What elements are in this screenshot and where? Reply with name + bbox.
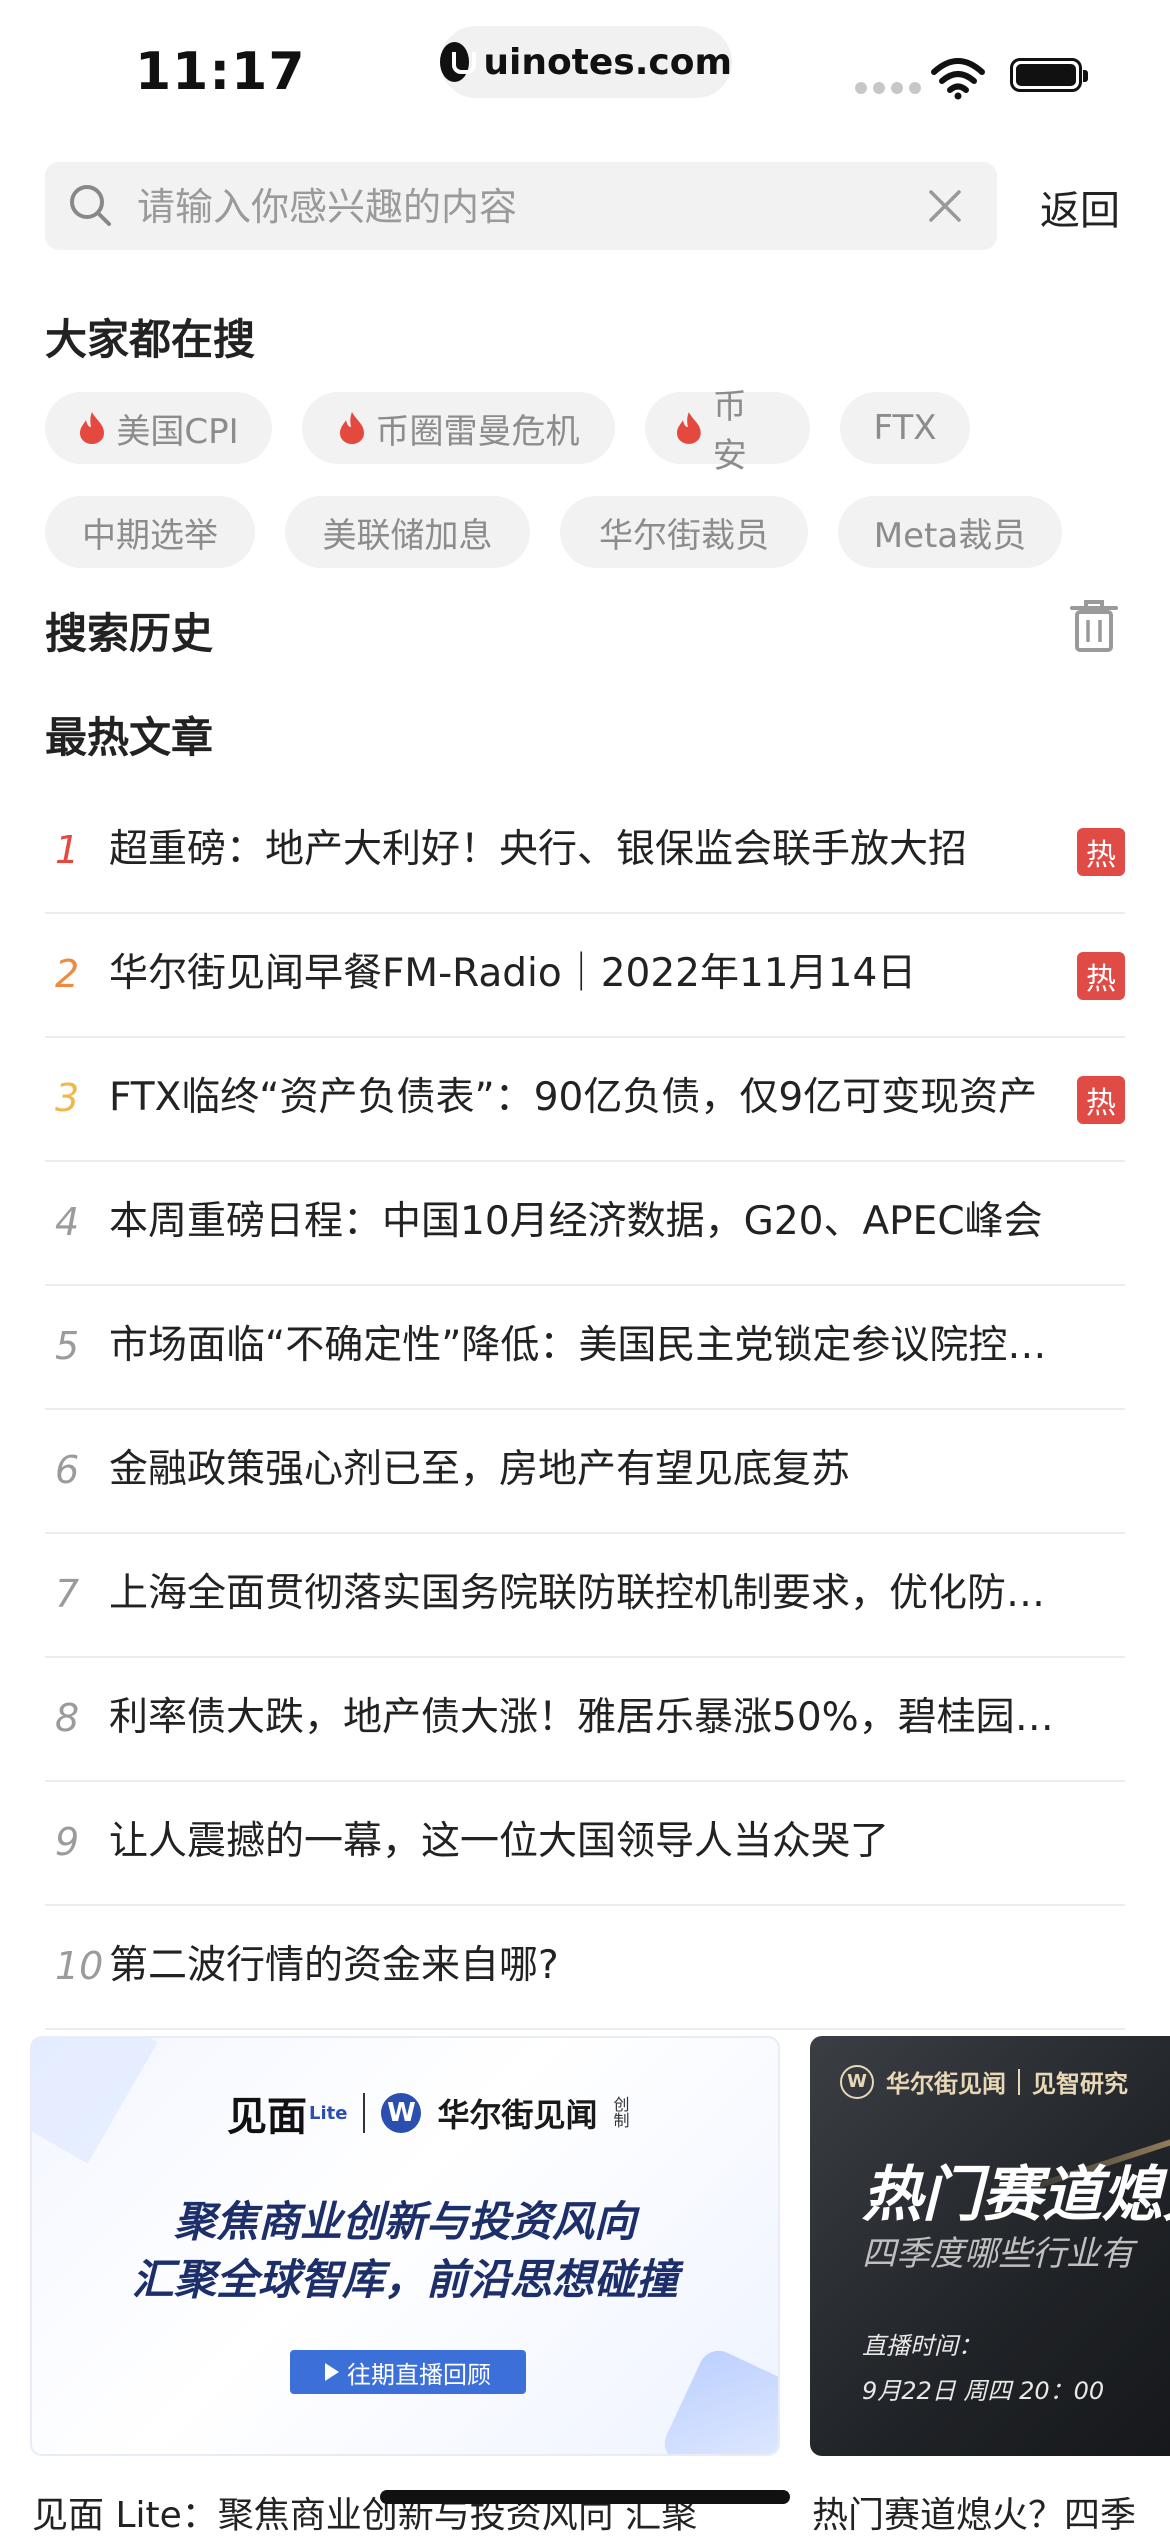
article-title: 上海全面贯彻落实国务院联防联控机制要求，优化防控措施 xyxy=(109,1571,1069,1616)
wallstreetcn-logo: 华尔街见闻 xyxy=(437,2096,598,2134)
banner-card[interactable]: W 华尔街见闻 见智研究 热门赛道熄火 四季度哪些行业有 直播时间： 9月22日… xyxy=(810,2036,1170,2456)
wallstreetcn-logo-icon: W xyxy=(840,2064,874,2099)
banner-card[interactable]: 见面 Lite W 华尔街见闻 创制 聚焦商业创新与投资风向 汇聚全球智库，前沿… xyxy=(30,2036,780,2456)
hot-badge: 热 xyxy=(1077,952,1125,1000)
article-row[interactable]: 2 华尔街见闻早餐FM-Radio｜2022年11月14日 热 xyxy=(45,914,1125,1038)
article-rank: 4 xyxy=(55,1200,80,1244)
jianmian-logo: 见面 xyxy=(227,2093,307,2140)
chip-label: 币圈雷曼危机 xyxy=(375,411,580,452)
article-row[interactable]: 8 利率债大跌，地产债大涨！雅居乐暴涨50%，碧桂园涨超40% xyxy=(45,1658,1125,1782)
search-bar[interactable] xyxy=(45,162,997,252)
trending-chip-fed[interactable]: 美联储加息 xyxy=(285,496,530,568)
hot-badge: 热 xyxy=(1077,1076,1125,1124)
url-pill[interactable]: uinotes.com xyxy=(440,26,732,98)
url-text: uinotes.com xyxy=(483,41,732,83)
live-time-label: 直播时间： xyxy=(862,2332,982,2360)
article-rank: 2 xyxy=(55,952,80,996)
article-title: 本周重磅日程：中国10月经济数据，G20、APEC峰会 xyxy=(109,1199,1043,1244)
trending-chip-crisis[interactable]: 币圈雷曼危机 xyxy=(302,392,615,464)
article-title: 华尔街见闻早餐FM-Radio｜2022年11月14日 xyxy=(109,951,917,996)
article-row[interactable]: 6 金融政策强心剂已至，房地产有望见底复苏 xyxy=(45,1410,1125,1534)
banner-subheadline: 四季度哪些行业有 xyxy=(862,2234,1134,2274)
fire-icon xyxy=(80,412,105,444)
chip-label: 美国CPI xyxy=(116,411,239,452)
article-row[interactable]: 9 让人震撼的一幕，这一位大国领导人当众哭了 xyxy=(45,1782,1125,1906)
status-bar: 11:17 uinotes.com xyxy=(0,0,1170,150)
wifi-icon xyxy=(931,58,985,100)
wallstreetcn-logo-icon: W xyxy=(381,2093,422,2133)
article-title: 利率债大跌，地产债大涨！雅居乐暴涨50%，碧桂园涨超40% xyxy=(109,1695,1069,1740)
jianmian-logo-suffix: Lite xyxy=(309,2102,348,2124)
banner-headline: 聚焦商业创新与投资风向 xyxy=(173,2197,636,2246)
article-rank: 6 xyxy=(55,1448,80,1492)
brand-divider xyxy=(1018,2068,1020,2095)
home-indicator[interactable] xyxy=(380,2490,790,2504)
article-row[interactable]: 1 超重磅：地产大利好！央行、银保监会联手放大招 热 xyxy=(45,790,1125,914)
article-rank: 7 xyxy=(55,1572,80,1616)
clear-icon[interactable] xyxy=(927,188,963,224)
trash-icon[interactable] xyxy=(1068,598,1120,654)
article-title: 超重磅：地产大利好！央行、银保监会联手放大招 xyxy=(109,827,968,872)
logo-divider xyxy=(363,2093,366,2133)
article-title: 让人震撼的一幕，这一位大国领导人当众哭了 xyxy=(109,1819,890,1864)
chip-label: 币安 xyxy=(712,387,747,476)
chip-label: 中期选举 xyxy=(82,515,218,556)
article-title: 金融政策强心剂已至，房地产有望见底复苏 xyxy=(109,1447,851,1492)
article-rank: 9 xyxy=(55,1820,80,1864)
article-row[interactable]: 7 上海全面贯彻落实国务院联防联控机制要求，优化防控措施 xyxy=(45,1534,1125,1658)
fire-icon xyxy=(339,412,364,444)
trending-chip-ftx[interactable]: FTX xyxy=(840,392,970,464)
banner-decoration xyxy=(658,2344,778,2454)
trending-chip-binance[interactable]: 币安 xyxy=(645,387,810,476)
brand-name: 华尔街见闻 xyxy=(886,2070,1006,2098)
banner-subheadline: 汇聚全球智库，前沿思想碰撞 xyxy=(131,2255,678,2304)
chip-label: Meta裁员 xyxy=(873,515,1027,556)
banner-logos: 见面 Lite W 华尔街见闻 创制 xyxy=(227,2084,631,2142)
article-title: FTX临终“资产负债表”：90亿负债，仅9亿可变现资产 xyxy=(109,1075,1038,1120)
brand-name-b: 见智研究 xyxy=(1032,2070,1128,2098)
article-row[interactable]: 4 本周重磅日程：中国10月经济数据，G20、APEC峰会 xyxy=(45,1162,1125,1286)
hot-articles-list: 1 超重磅：地产大利好！央行、银保监会联手放大招 热 2 华尔街见闻早餐FM-R… xyxy=(45,790,1125,2030)
trending-chip-layoffs[interactable]: 华尔街裁员 xyxy=(560,496,808,568)
site-logo-icon xyxy=(440,42,477,82)
replay-button-label: 往期直播回顾 xyxy=(347,2360,491,2389)
article-rank: 10 xyxy=(55,1944,104,1988)
trending-chip-cpi[interactable]: 美国CPI xyxy=(45,392,272,464)
article-title: 市场面临“不确定性”降低：美国民主党锁定参议院控制权 xyxy=(109,1323,1069,1368)
banner-brand: W 华尔街见闻 见智研究 xyxy=(840,2064,1128,2099)
article-rank: 3 xyxy=(55,1076,80,1120)
article-rank: 1 xyxy=(55,828,80,872)
battery-icon xyxy=(1010,58,1088,92)
status-time: 11:17 xyxy=(135,42,306,102)
hot-badge: 热 xyxy=(1077,828,1125,876)
play-icon xyxy=(325,2363,339,2381)
article-title: 第二波行情的资金来自哪? xyxy=(109,1943,559,1988)
banner-decoration xyxy=(32,2038,158,2164)
logo-suffix: 创制 xyxy=(613,2095,630,2130)
hot-articles-title: 最热文章 xyxy=(45,713,214,762)
article-row[interactable]: 10 第二波行情的资金来自哪? xyxy=(45,1906,1125,2030)
search-icon xyxy=(70,185,111,226)
history-title: 搜索历史 xyxy=(45,609,214,658)
replay-button[interactable]: 往期直播回顾 xyxy=(290,2350,526,2394)
article-row[interactable]: 3 FTX临终“资产负债表”：90亿负债，仅9亿可变现资产 热 xyxy=(45,1038,1125,1162)
fire-icon xyxy=(676,412,701,444)
chip-label: FTX xyxy=(873,408,937,448)
chip-label: 华尔街裁员 xyxy=(599,515,769,556)
chip-label: 美联储加息 xyxy=(322,515,493,556)
trending-chip-midterms[interactable]: 中期选举 xyxy=(45,496,255,568)
search-input[interactable] xyxy=(135,162,899,252)
trending-chip-meta[interactable]: Meta裁员 xyxy=(838,496,1062,568)
article-rank: 8 xyxy=(55,1696,80,1740)
live-time-value: 9月22日 周四 20：00 xyxy=(862,2377,1105,2405)
cellular-signal-icon xyxy=(855,82,921,94)
article-rank: 5 xyxy=(55,1324,80,1368)
banner-caption[interactable]: 热门赛道熄火？四季 xyxy=(812,2486,1170,2538)
trending-title: 大家都在搜 xyxy=(45,315,256,364)
article-row[interactable]: 5 市场面临“不确定性”降低：美国民主党锁定参议院控制权 xyxy=(45,1286,1125,1410)
banner-headline: 热门赛道熄火 xyxy=(862,2160,1170,2230)
back-button[interactable]: 返回 xyxy=(1040,178,1120,236)
